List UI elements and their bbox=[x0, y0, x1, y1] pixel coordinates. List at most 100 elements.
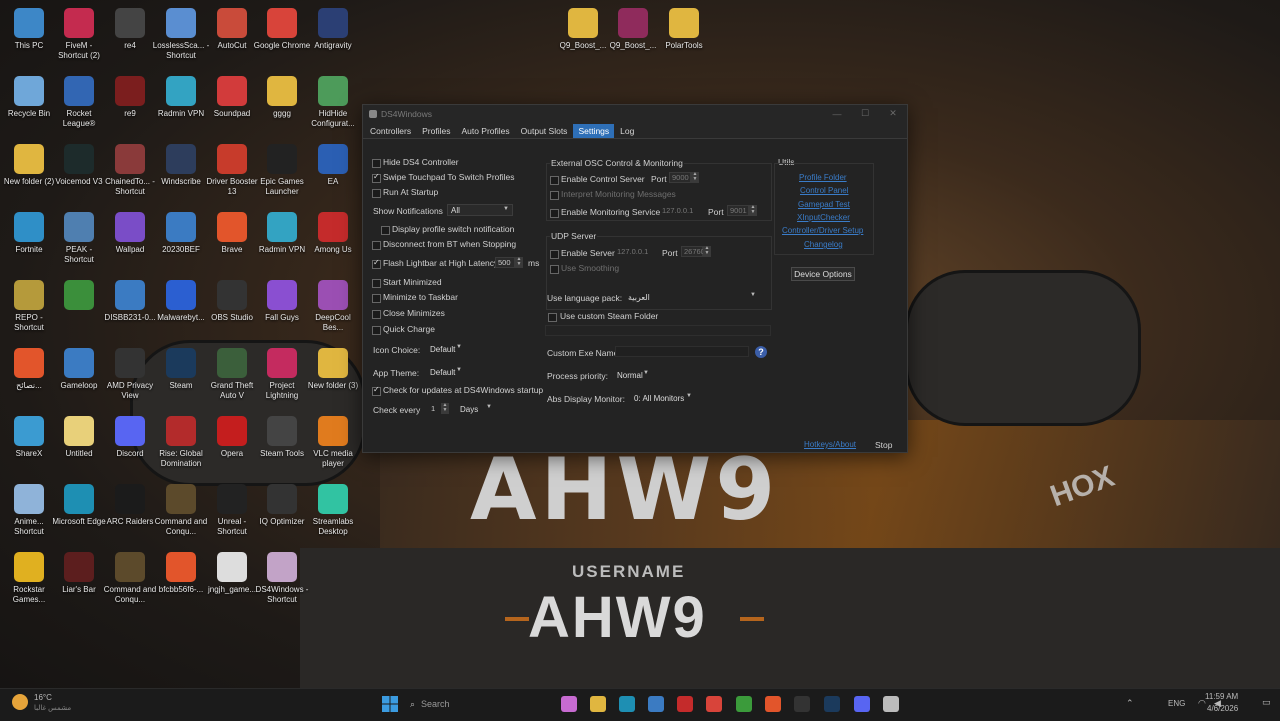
desktop-icon[interactable]: ARC Raiders bbox=[101, 484, 159, 527]
desktop-icon[interactable]: Q9_Boost_... bbox=[604, 8, 662, 51]
disconnect-bt-checkbox[interactable] bbox=[372, 241, 381, 250]
desktop-icon[interactable]: Google Chrome bbox=[253, 8, 311, 51]
desktop-icon[interactable]: Streamlabs Desktop bbox=[304, 484, 362, 537]
minimize-button[interactable]: — bbox=[823, 105, 851, 122]
check-every-unit-select[interactable]: Days ▼ bbox=[457, 403, 495, 415]
app-theme-select[interactable]: Default ▼ bbox=[427, 366, 465, 378]
swipe-touchpad-checkbox[interactable] bbox=[372, 172, 381, 183]
latency-input[interactable]: 500 bbox=[495, 257, 515, 268]
desktop-icon[interactable]: Liar's Bar bbox=[50, 552, 108, 595]
profile-folder-link[interactable]: Profile Folder bbox=[799, 173, 847, 182]
clock-date[interactable]: 4/6/2026 bbox=[1207, 704, 1238, 713]
desktop-icon[interactable]: Microsoft Edge bbox=[50, 484, 108, 527]
abs-display-select[interactable]: 0: All Monitors ▼ bbox=[631, 392, 695, 404]
adobe-icon[interactable] bbox=[677, 696, 693, 712]
stop-button[interactable]: Stop bbox=[875, 440, 893, 450]
title-bar[interactable]: DS4Windows — ☐ ✕ bbox=[363, 105, 907, 122]
tab-log[interactable]: Log bbox=[615, 124, 639, 138]
tab-controllers[interactable]: Controllers bbox=[365, 124, 416, 138]
input-language[interactable]: ENG bbox=[1168, 699, 1185, 708]
edge-icon[interactable] bbox=[619, 696, 635, 712]
check-every-spinner[interactable]: ▲ ▼ bbox=[441, 403, 449, 414]
check-updates-checkbox[interactable] bbox=[372, 385, 381, 396]
copilot-icon[interactable] bbox=[561, 696, 577, 712]
desktop-icon[interactable]: VLC media player bbox=[304, 416, 362, 469]
start-button[interactable] bbox=[382, 696, 398, 712]
udp-port-spinner[interactable]: ▲ ▼ bbox=[703, 246, 711, 257]
store-icon[interactable] bbox=[648, 696, 664, 712]
tab-output-slots[interactable]: Output Slots bbox=[516, 124, 573, 138]
chevron-up-icon[interactable]: ⌃ bbox=[1126, 698, 1134, 709]
enable-control-server-checkbox[interactable] bbox=[550, 176, 559, 185]
custom-steam-path-field[interactable] bbox=[545, 325, 771, 336]
desktop-icon[interactable]: DeepCool Bes... bbox=[304, 280, 362, 333]
quick-charge-checkbox[interactable] bbox=[372, 326, 381, 335]
desktop-icon[interactable]: Steam bbox=[152, 348, 210, 391]
desktop-icon[interactable]: IQ Optimizer bbox=[253, 484, 311, 527]
desktop-icon[interactable]: Discord bbox=[101, 416, 159, 459]
maximize-button[interactable]: ☐ bbox=[851, 105, 879, 122]
custom-exe-input[interactable] bbox=[615, 346, 749, 357]
desktop-icon[interactable]: AMD Privacy View bbox=[101, 348, 159, 401]
check-every-input[interactable]: 1 bbox=[429, 403, 441, 414]
interpret-monitoring-checkbox[interactable] bbox=[550, 191, 559, 200]
desktop-icon[interactable]: Antigravity bbox=[304, 8, 362, 51]
desktop-icon[interactable]: 20230BEF bbox=[152, 212, 210, 255]
brave-icon[interactable] bbox=[765, 696, 781, 712]
controller-driver-setup-link[interactable]: Controller/Driver Setup bbox=[782, 226, 863, 235]
desktop-icon[interactable]: Among Us bbox=[304, 212, 362, 255]
notification-icon[interactable]: ▭ bbox=[1262, 697, 1271, 708]
process-priority-select[interactable]: Normal ▼ bbox=[614, 369, 652, 381]
desktop-icon[interactable]: Command and Conqu... bbox=[152, 484, 210, 537]
device-options-button[interactable]: Device Options bbox=[791, 267, 855, 281]
desktop-icon[interactable]: bfcbb56f6-... bbox=[152, 552, 210, 595]
tab-profiles[interactable]: Profiles bbox=[417, 124, 455, 138]
chrome-icon[interactable] bbox=[706, 696, 722, 712]
desktop-icon[interactable]: Windscribe bbox=[152, 144, 210, 187]
use-smoothing-checkbox[interactable] bbox=[550, 265, 559, 274]
desktop-icon[interactable]: Malwarebyt... bbox=[152, 280, 210, 323]
display-profile-switch-checkbox[interactable] bbox=[381, 226, 390, 235]
weather-desc[interactable]: مشمس غالبا bbox=[34, 704, 71, 712]
tab-auto-profiles[interactable]: Auto Profiles bbox=[456, 124, 514, 138]
latency-spinner[interactable]: ▲ ▼ bbox=[515, 257, 523, 268]
taskbar-search[interactable]: ⌕ Search bbox=[410, 696, 550, 712]
changelog-link[interactable]: Changelog bbox=[804, 240, 843, 249]
desktop-icon[interactable]: EA bbox=[304, 144, 362, 187]
show-notifications-select[interactable]: All ▼ bbox=[447, 204, 513, 216]
weather-icon[interactable] bbox=[12, 694, 28, 710]
desktop-icon[interactable]: Rise: Global Domination bbox=[152, 416, 210, 469]
help-icon[interactable]: ? bbox=[755, 346, 767, 358]
ds4windows-icon[interactable] bbox=[883, 696, 899, 712]
terminal-icon[interactable] bbox=[794, 696, 810, 712]
control-port-input[interactable]: 9000 bbox=[669, 172, 691, 183]
desktop-icon[interactable]: PEAK - Shortcut bbox=[50, 212, 108, 265]
desktop-icon[interactable]: PolarTools bbox=[655, 8, 713, 51]
tab-settings[interactable]: Settings bbox=[573, 124, 615, 138]
monitoring-port-input[interactable]: 9001 bbox=[727, 205, 749, 216]
udp-port-input[interactable]: 26760 bbox=[681, 246, 705, 257]
close-minimizes-checkbox[interactable] bbox=[372, 310, 381, 319]
start-minimized-checkbox[interactable] bbox=[372, 279, 381, 288]
weather-temp[interactable]: 16°C bbox=[34, 693, 52, 702]
desktop-icon[interactable]: Untitled bbox=[50, 416, 108, 459]
steam-icon[interactable] bbox=[824, 696, 840, 712]
flash-lightbar-checkbox[interactable] bbox=[372, 258, 381, 269]
minimize-taskbar-checkbox[interactable] bbox=[372, 294, 381, 303]
desktop-icon[interactable]: re4 bbox=[101, 8, 159, 51]
desktop-icon[interactable]: re9 bbox=[101, 76, 159, 119]
desktop-icon[interactable]: gggg bbox=[253, 76, 311, 119]
desktop-icon[interactable]: FiveM - Shortcut (2) bbox=[50, 8, 108, 61]
desktop-icon[interactable]: DISBB231-0... bbox=[101, 280, 159, 323]
language-pack-select[interactable]: العربية ▼ bbox=[625, 291, 759, 303]
run-at-startup-checkbox[interactable] bbox=[372, 189, 381, 198]
desktop-icon[interactable] bbox=[50, 280, 108, 313]
hide-ds4-checkbox[interactable] bbox=[372, 159, 381, 168]
discord-icon[interactable] bbox=[854, 696, 870, 712]
desktop-icon[interactable]: New folder (3) bbox=[304, 348, 362, 391]
monitoring-ip-input[interactable]: 127.0.0.1 bbox=[660, 205, 696, 216]
clock-time[interactable]: 11:59 AM bbox=[1205, 692, 1238, 701]
desktop-icon[interactable]: Gameloop bbox=[50, 348, 108, 391]
control-port-spinner[interactable]: ▲ ▼ bbox=[691, 172, 699, 183]
desktop-icon[interactable]: LosslessSca... - Shortcut bbox=[152, 8, 210, 61]
